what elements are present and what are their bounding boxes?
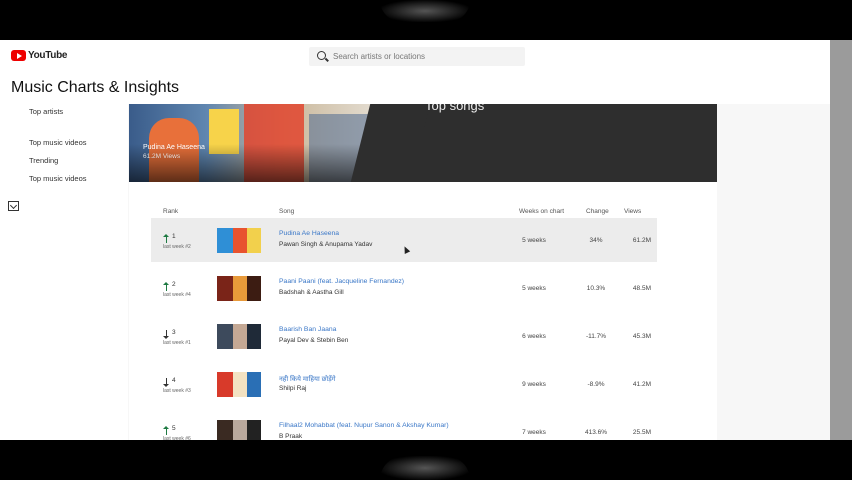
rank-number: 5 [172,425,176,432]
change-value: -8.9% [587,381,605,388]
sidebar-item-top-music-videos-2[interactable]: Top music videos [29,174,87,183]
views-count: 41.2M [632,381,651,388]
rank-number: 2 [172,281,176,288]
song-thumbnail[interactable] [217,372,261,397]
banner-image[interactable]: Pudina Ae Haseena 61.2M Views [129,104,385,182]
header-weeks: Weeks on chart [519,208,565,215]
top-letterbox [0,0,852,40]
chart-content: Pudina Ae Haseena 61.2M Views Top songs … [129,104,717,440]
youtube-header: YouTube [0,40,830,72]
music-video-icon [8,201,19,211]
views-count: 25.5M [632,429,651,436]
sidebar-item-top-artists[interactable]: Top artists [29,107,63,116]
sidebar-item-top-music-videos[interactable]: Top music videos [29,138,87,147]
search-icon[interactable] [317,51,326,60]
last-week-rank: last week #1 [163,340,191,346]
arrow-up-icon [163,426,169,435]
sidebar: Top artists Top music videos Trending To… [0,104,128,440]
header-rank: Rank [163,208,179,215]
change-value: 34% [589,237,603,244]
song-thumbnail[interactable] [217,324,261,349]
song-thumbnail[interactable] [217,276,261,301]
artist-name[interactable]: Badshah & Aastha Gill [279,289,344,296]
song-title-link[interactable]: Baarish Ban Jaana [279,326,336,333]
artist-name[interactable]: B Praak [279,433,302,440]
table-row[interactable]: 2 last week #4 Paani Paani (feat. Jacqueli… [151,266,657,310]
weeks-on-chart: 5 weeks [522,237,546,244]
table-row[interactable]: 5 last week #6 Filhaal2 Mohabbat (feat. Nu… [151,410,657,440]
page-title: Music Charts & Insights [11,79,180,96]
banner-song-title: Pudina Ae Haseena [143,144,205,151]
last-week-rank: last week #3 [163,388,191,394]
artist-name[interactable]: Payal Dev & Stebin Ben [279,337,348,344]
youtube-play-icon [11,50,26,61]
arrow-down-icon [163,330,169,339]
weeks-on-chart: 5 weeks [522,285,546,292]
youtube-logo-text: YouTube [28,50,68,61]
bottom-glow [380,456,470,480]
rank-number: 3 [172,329,176,336]
artist-name[interactable]: Pawan Singh & Anupama Yadav [279,241,372,248]
search-input[interactable] [333,47,518,66]
song-title-link[interactable]: Filhaal2 Mohabbat (feat. Nupur Sanon & A… [279,422,449,429]
banner-title: Top songs [425,104,485,113]
table-row[interactable]: 3 last week #1 Baarish Ban Jaana Payal Dev … [151,314,657,358]
table-row[interactable]: 4 last week #3 नही किये माहिया छोड़ेंगे Shi… [151,362,657,406]
weeks-on-chart: 6 weeks [522,333,546,340]
change-value: 10.3% [586,285,606,292]
views-count: 48.5M [632,285,651,292]
scrollbar-area[interactable] [830,40,852,440]
change-value: -11.7% [585,333,607,340]
song-thumbnail[interactable] [217,420,261,440]
arrow-up-icon [163,234,169,243]
change-value: 413.6% [584,429,608,436]
youtube-logo[interactable]: YouTube [11,50,68,61]
header-song: Song [279,208,295,215]
main-area: Pudina Ae Haseena 61.2M Views Top songs … [128,104,830,440]
search-box[interactable] [309,47,525,66]
views-count: 45.3M [632,333,651,340]
song-thumbnail[interactable] [217,228,261,253]
top-songs-banner: Pudina Ae Haseena 61.2M Views Top songs [129,104,717,182]
app-header: Music Charts & Insights [0,72,830,105]
table-row[interactable]: 1 last week #2 Pudina Ae Haseena Pawan Sing… [151,218,657,262]
song-title-link[interactable]: Paani Paani (feat. Jacqueline Fernandez) [279,278,404,285]
bottom-letterbox [0,440,852,480]
header-views: Views [624,208,642,215]
weeks-on-chart: 9 weeks [522,381,546,388]
views-count: 61.2M [632,237,651,244]
header-change: Change [586,208,609,215]
weeks-on-chart: 7 weeks [522,429,546,436]
last-week-rank: last week #2 [163,244,191,250]
rank-number: 4 [172,377,176,384]
arrow-down-icon [163,378,169,387]
sidebar-item-trending[interactable]: Trending [29,156,58,165]
last-week-rank: last week #4 [163,292,191,298]
banner-views: 61.2M Views [143,153,181,160]
song-title-link[interactable]: Pudina Ae Haseena [279,230,339,237]
artist-name[interactable]: Shilpi Raj [279,385,306,392]
arrow-up-icon [163,282,169,291]
browser-screen: YouTube Music Charts & Insights Top arti… [0,40,852,440]
rank-number: 1 [172,233,176,240]
song-title-link[interactable]: नही किये माहिया छोड़ेंगे [279,374,336,383]
top-glow [380,0,470,22]
